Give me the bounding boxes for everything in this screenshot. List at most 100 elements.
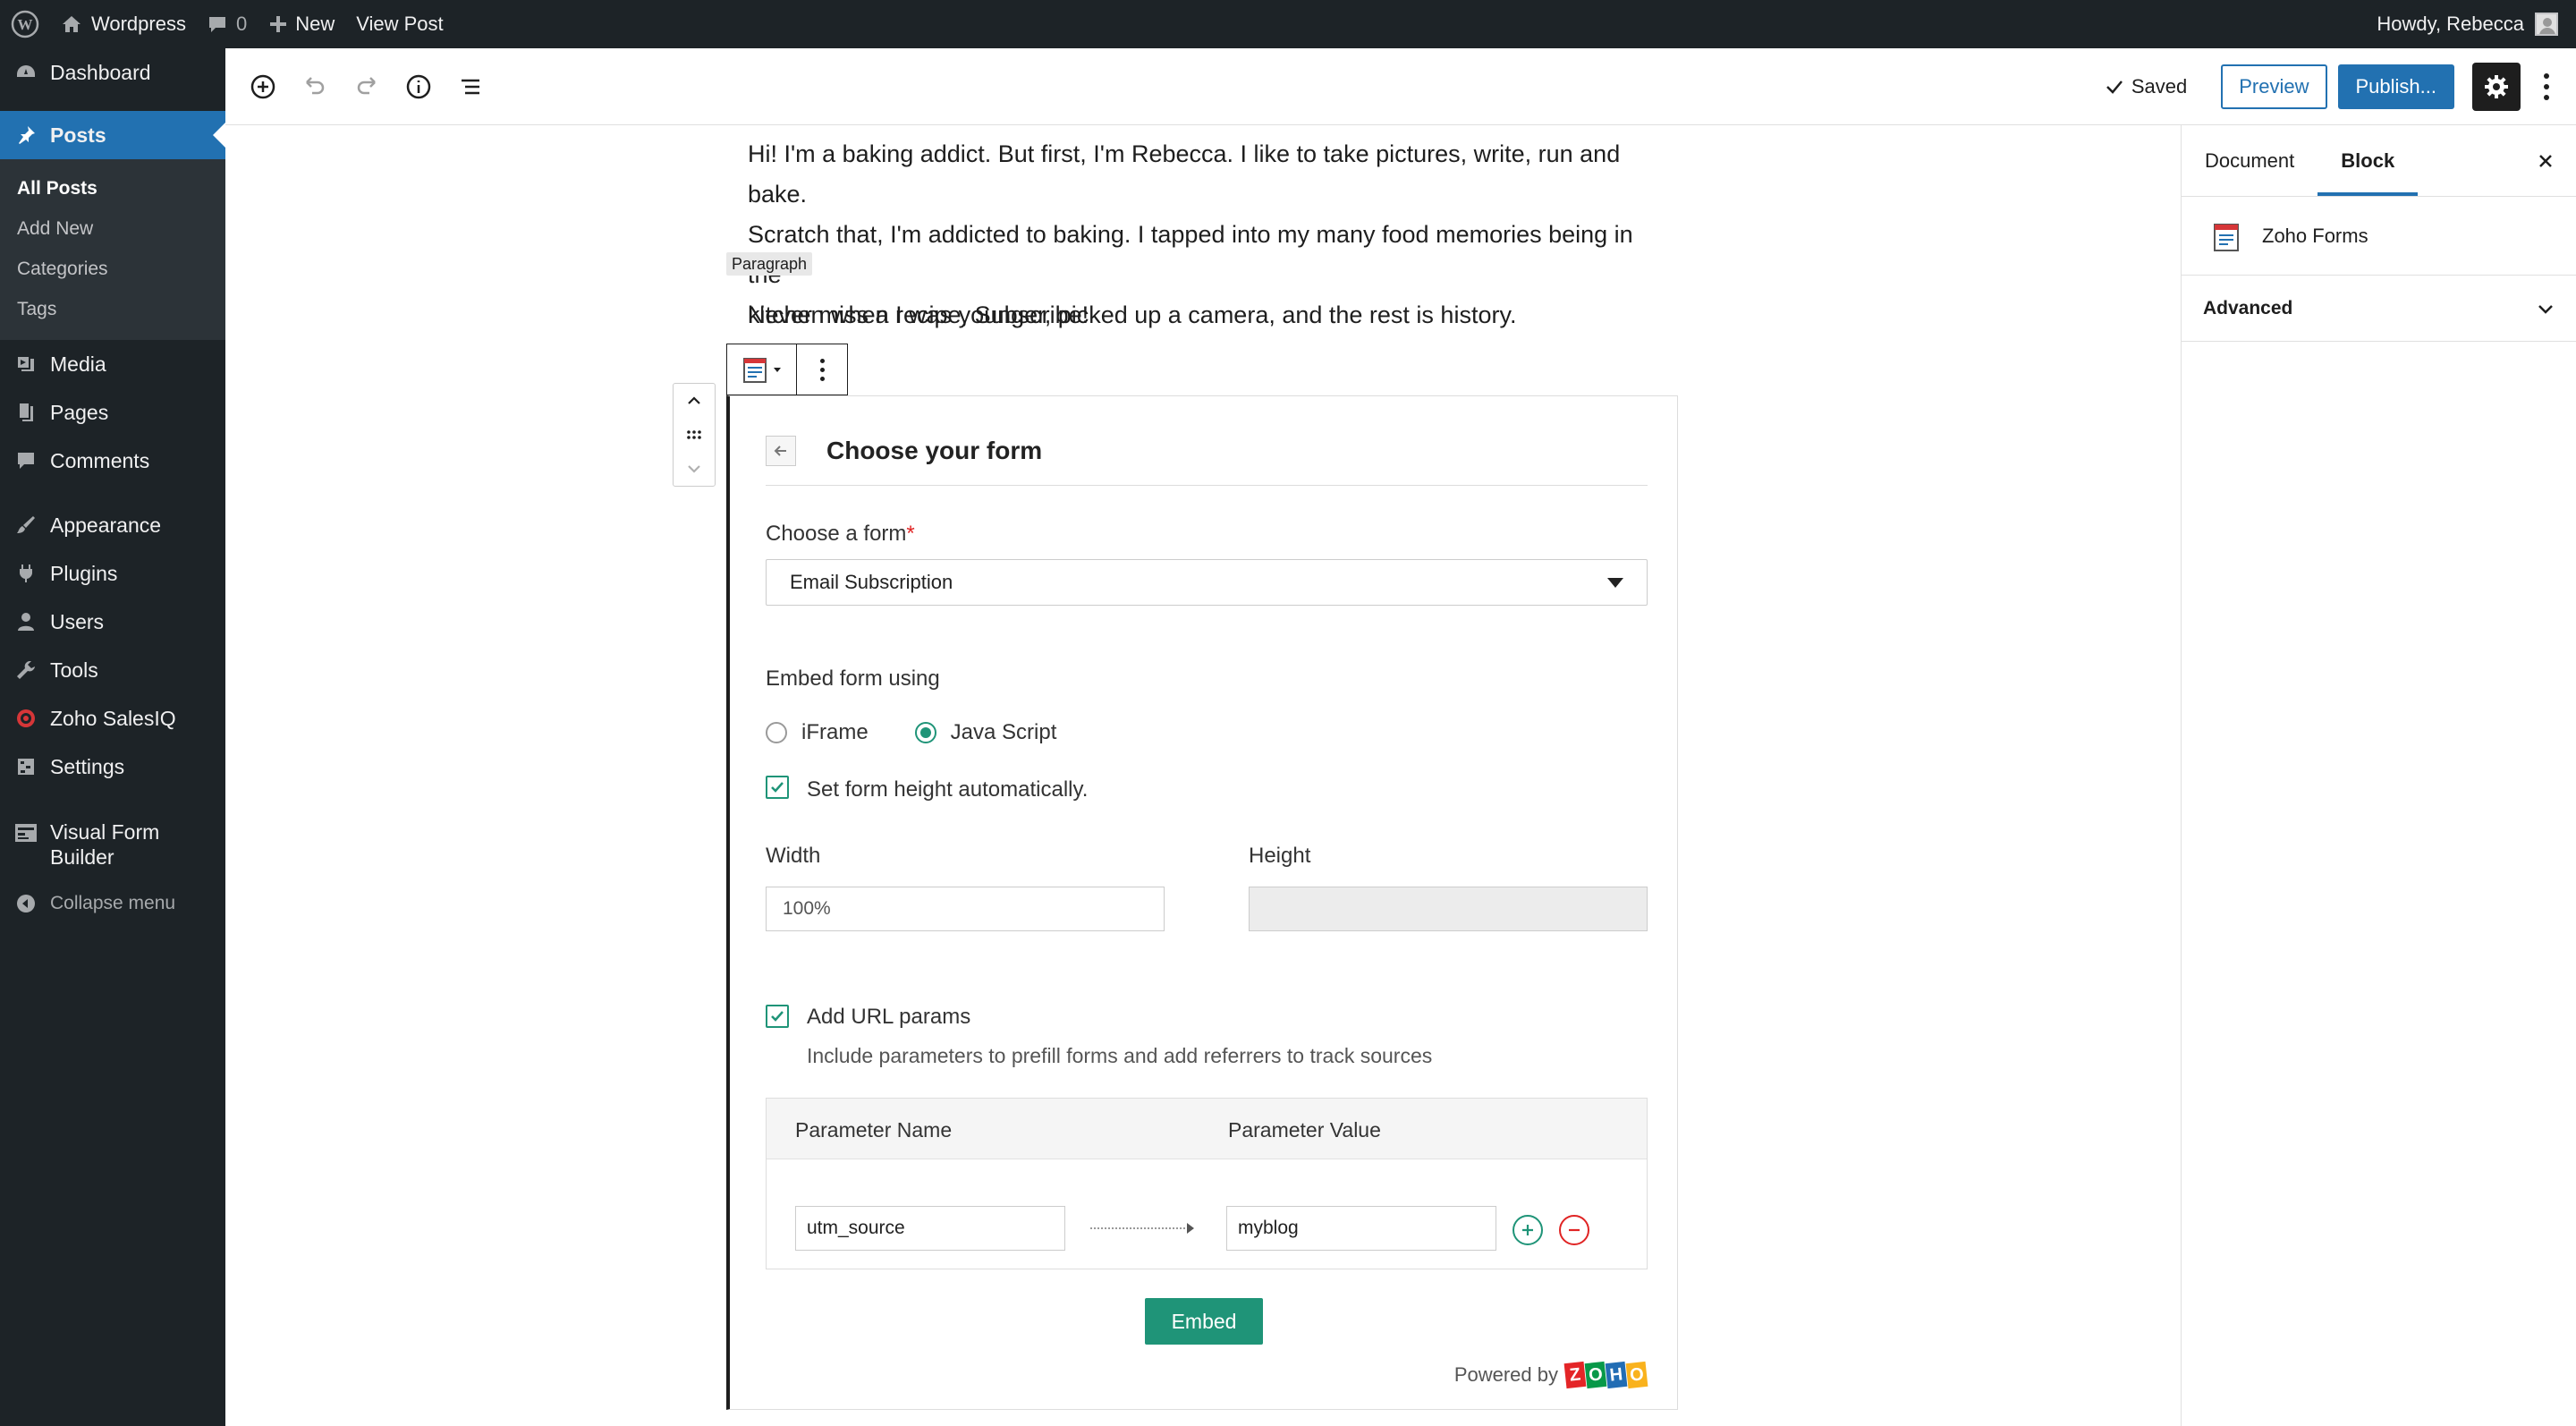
choose-form-label-text: Choose a form [766, 522, 907, 546]
url-params-label[interactable]: Add URL params [807, 1005, 970, 1030]
block-options-button[interactable] [797, 344, 847, 395]
embed-button[interactable]: Embed [1145, 1298, 1263, 1345]
howdy-text: Howdy, Rebecca [2377, 13, 2524, 35]
embed-using-label: Embed form using [766, 666, 940, 691]
more-options-button[interactable] [2533, 63, 2560, 111]
menu-item-settings[interactable]: Settings [0, 743, 225, 791]
tab-block[interactable]: Block [2318, 125, 2419, 196]
menu-label-tools: Tools [50, 658, 98, 682]
javascript-radio-label[interactable]: Java Script [951, 720, 1057, 745]
move-down-chevron-icon[interactable] [684, 459, 704, 479]
site-name-link[interactable]: Wordpress [50, 0, 197, 48]
info-icon [406, 74, 431, 98]
menu-item-plugins[interactable]: Plugins [0, 549, 225, 598]
publish-button[interactable]: Publish... [2337, 64, 2454, 109]
paragraph-line: Hi! I'm a baking addict. But first, I'm … [748, 140, 1621, 208]
menu-label-users: Users [50, 609, 105, 633]
url-params-checkbox[interactable] [766, 1005, 789, 1028]
block-switcher-button[interactable] [727, 344, 797, 395]
add-block-button[interactable] [238, 62, 288, 112]
menu-item-dashboard[interactable]: Dashboard [0, 48, 225, 97]
iframe-radio[interactable] [766, 722, 787, 743]
preview-button[interactable]: Preview [2221, 64, 2327, 109]
new-label: New [295, 13, 335, 35]
param-value-input[interactable]: myblog [1226, 1206, 1496, 1251]
dashboard-gauge-icon [14, 61, 38, 84]
undo-icon [306, 76, 325, 94]
settings-toggle-button[interactable] [2472, 62, 2521, 111]
selected-form-value: Email Subscription [790, 571, 953, 593]
auto-height-label[interactable]: Set form height automatically. [807, 777, 1088, 802]
iframe-radio-label[interactable]: iFrame [801, 720, 869, 745]
submenu-add-new[interactable]: Add New [0, 208, 225, 249]
menu-label-media: Media [50, 352, 106, 376]
admin-sidebar: Dashboard Posts All Posts Add New Catego… [0, 48, 225, 1426]
menu-item-pages[interactable]: Pages [0, 388, 225, 437]
comments-link[interactable]: 0 [197, 0, 258, 48]
param-mapping-arrow-icon [1090, 1223, 1194, 1234]
zoho-logo-letter: O [1584, 1361, 1607, 1389]
wordpress-logo-icon[interactable]: W [0, 0, 50, 48]
settings-sidebar: Document Block Zoho Forms Advanced [2181, 125, 2576, 1426]
pages-icon [14, 401, 38, 424]
auto-height-checkbox[interactable] [766, 776, 789, 799]
wrench-icon [14, 658, 38, 682]
back-button[interactable] [766, 436, 796, 466]
checkmark-icon [771, 782, 784, 793]
advanced-label: Advanced [2203, 297, 2293, 318]
plus-circle-icon [1522, 1225, 1533, 1235]
redo-button[interactable] [342, 62, 392, 112]
width-input[interactable]: 100% [766, 887, 1165, 931]
form-select-dropdown[interactable]: Email Subscription [766, 559, 1648, 606]
menu-item-appearance[interactable]: Appearance [0, 501, 225, 549]
menu-item-comments[interactable]: Comments [0, 437, 225, 485]
javascript-radio[interactable] [914, 722, 936, 743]
menu-item-users[interactable]: Users [0, 598, 225, 646]
comment-bubble-icon [208, 17, 225, 32]
param-name-input[interactable]: utm_source [795, 1206, 1065, 1251]
form-builder-icon [14, 821, 38, 845]
view-post-link[interactable]: View Post [345, 0, 453, 48]
tab-document[interactable]: Document [2182, 125, 2318, 196]
menu-item-zoho-salesiq[interactable]: Zoho SalesIQ [0, 694, 225, 743]
menu-label-pages: Pages [50, 400, 109, 424]
collapse-menu-button[interactable]: Collapse menu [0, 882, 225, 925]
subscribe-paragraph[interactable]: Never miss a recipe, Subscribe! [748, 295, 1660, 335]
menu-item-media[interactable]: Media [0, 340, 225, 388]
zoho-logo-letter: Z [1563, 1361, 1587, 1389]
advanced-panel-toggle[interactable]: Advanced [2182, 276, 2576, 342]
block-navigation-button[interactable] [445, 62, 496, 112]
chevron-down-icon [2538, 304, 2553, 314]
menu-item-tools[interactable]: Tools [0, 646, 225, 694]
block-mover [673, 383, 716, 487]
submenu-categories[interactable]: Categories [0, 249, 225, 289]
menu-item-posts[interactable]: Posts [0, 111, 225, 159]
move-up-chevron-icon[interactable] [684, 391, 704, 411]
content-info-button[interactable] [394, 62, 444, 112]
block-name: Zoho Forms [2262, 224, 2368, 247]
my-account-link[interactable]: Howdy, Rebecca [2377, 13, 2576, 36]
saved-indicator: Saved [2105, 75, 2187, 98]
add-param-button[interactable] [1513, 1215, 1543, 1245]
media-icon [14, 352, 38, 376]
close-settings-button[interactable] [2533, 149, 2558, 174]
dropdown-caret-icon [1607, 577, 1623, 588]
menu-label-line-1: Visual Form [50, 820, 160, 844]
avatar [2535, 13, 2558, 36]
menu-item-visual-form-builder[interactable]: Visual Form Builder [0, 807, 225, 882]
caret-down-icon [773, 368, 781, 372]
user-icon [14, 610, 38, 633]
powered-by-zoho: Powered by ZOHO [1454, 1361, 1648, 1389]
pushpin-icon [14, 123, 38, 147]
submenu-tags[interactable]: Tags [0, 289, 225, 329]
block-type-label: Paragraph [726, 252, 813, 276]
submenu-all-posts[interactable]: All Posts [0, 168, 225, 208]
height-input [1249, 887, 1648, 931]
new-content-link[interactable]: New [258, 0, 345, 48]
remove-param-button[interactable] [1559, 1215, 1589, 1245]
drag-handle-icon[interactable] [684, 425, 704, 445]
undo-button[interactable] [290, 62, 340, 112]
choose-form-label: Choose a form* [766, 522, 915, 547]
zoho-logo-letter: O [1625, 1361, 1648, 1389]
url-params-help-text: Include parameters to prefill forms and … [807, 1044, 1433, 1067]
